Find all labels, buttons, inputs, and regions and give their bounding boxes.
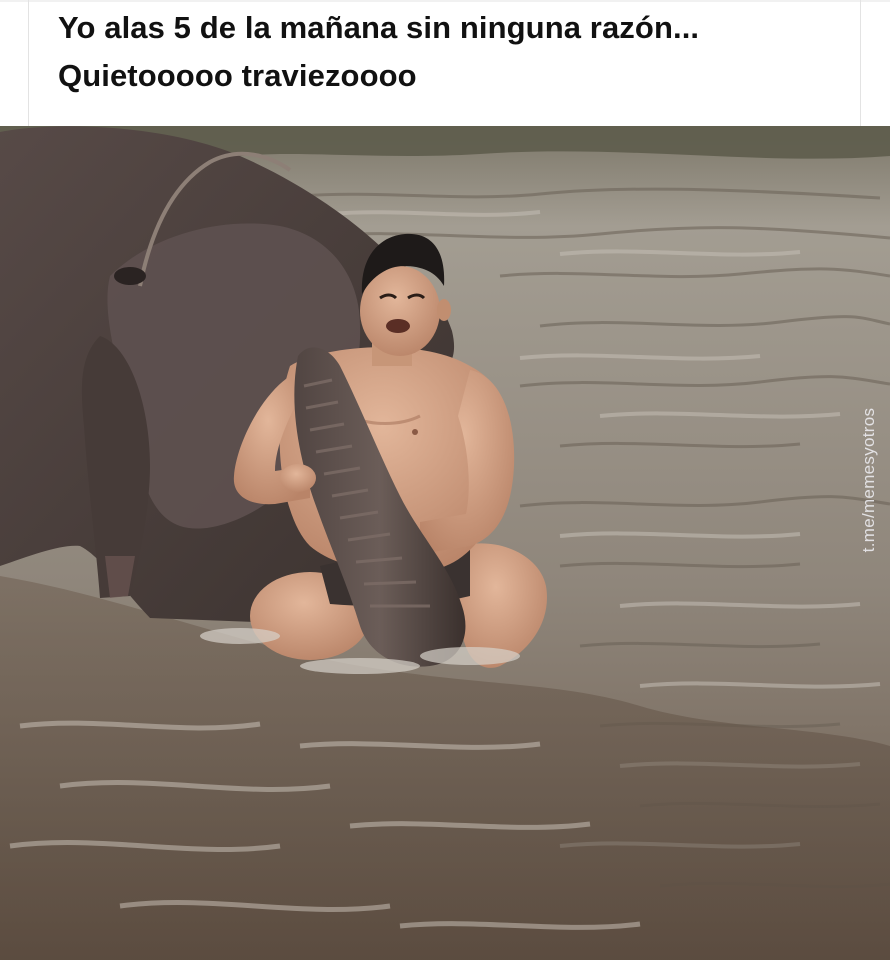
meme-photo	[0, 126, 890, 960]
caption-line-1: Yo alas 5 de la mañana sin ninguna razón…	[58, 10, 700, 45]
caption-top-divider	[0, 0, 890, 2]
caption-line-2: Quietooooo traviezoooo	[58, 58, 417, 93]
meme-caption-panel: Yo alas 5 de la mañana sin ninguna razón…	[0, 0, 890, 126]
caption-left-divider	[28, 0, 29, 126]
caption-right-divider	[860, 0, 861, 126]
watermark-text: t.me/memesyotros	[859, 407, 878, 553]
river-elephant-illustration	[0, 126, 890, 960]
